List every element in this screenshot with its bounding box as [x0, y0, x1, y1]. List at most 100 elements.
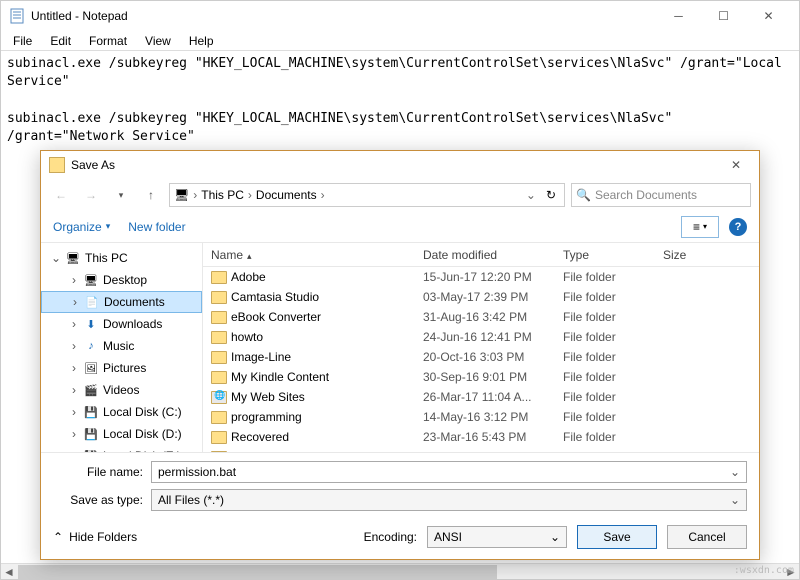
file-row[interactable]: eBook Converter31-Aug-16 3:42 PMFile fol…	[203, 307, 759, 327]
titlebar: Untitled - Notepad ─ ☐ ✕	[1, 1, 799, 31]
chevron-right-icon[interactable]: ›	[70, 295, 80, 309]
nav-bar: ← → ▾ ↑ 🖥 › This PC › Documents › ⌄ ↻ 🔍 …	[41, 179, 759, 211]
scroll-thumb[interactable]	[18, 565, 497, 579]
dialog-actions: ⌃ Hide Folders Encoding: ANSI ⌄ Save Can…	[41, 519, 759, 559]
chevron-right-icon[interactable]: ›	[69, 317, 79, 331]
chevron-down-icon[interactable]: ⌄	[730, 465, 740, 479]
tree-desktop[interactable]: ›🖥Desktop	[41, 269, 202, 291]
menu-view[interactable]: View	[137, 32, 179, 50]
chevron-down-icon[interactable]: ⌄	[51, 251, 61, 265]
breadcrumb[interactable]: 🖥 › This PC › Documents › ⌄ ↻	[169, 183, 565, 207]
file-name: Recovered	[231, 430, 289, 444]
file-name: howto	[231, 330, 263, 344]
save-type-label: Save as type:	[53, 493, 143, 507]
encoding-select[interactable]: ANSI ⌄	[427, 526, 567, 548]
menu-file[interactable]: File	[5, 32, 40, 50]
file-row[interactable]: Adobe15-Jun-17 12:20 PMFile folder	[203, 267, 759, 287]
save-type-select[interactable]: All Files (*.*) ⌄	[151, 489, 747, 511]
menu-format[interactable]: Format	[81, 32, 135, 50]
close-button[interactable]: ✕	[746, 2, 791, 30]
chevron-down-icon: ⌄	[730, 493, 740, 507]
horizontal-scrollbar[interactable]: ◄ ►	[1, 563, 799, 579]
chevron-right-icon: ›	[191, 188, 199, 202]
file-row[interactable]: Camtasia Studio03-May-17 2:39 PMFile fol…	[203, 287, 759, 307]
tree-disk-e[interactable]: ›💾Local Disk (E:)	[41, 445, 202, 452]
maximize-button[interactable]: ☐	[701, 2, 746, 30]
chevron-right-icon[interactable]: ›	[69, 427, 79, 441]
menubar: File Edit Format View Help	[1, 31, 799, 51]
tree-pictures[interactable]: ›🖼Pictures	[41, 357, 202, 379]
file-row[interactable]: Recovered23-Mar-16 5:43 PMFile folder	[203, 427, 759, 447]
tree-disk-c[interactable]: ›💾Local Disk (C:)	[41, 401, 202, 423]
tree-disk-d[interactable]: ›💾Local Disk (D:)	[41, 423, 202, 445]
tree-videos[interactable]: ›🎬Videos	[41, 379, 202, 401]
file-date: 31-Aug-16 3:42 PM	[423, 310, 563, 324]
pc-icon: 🖥	[174, 188, 189, 202]
chevron-right-icon: ›	[319, 188, 327, 202]
breadcrumb-root[interactable]: This PC	[201, 188, 244, 202]
cancel-button[interactable]: Cancel	[667, 525, 747, 549]
folder-icon	[211, 311, 227, 324]
hide-folders-button[interactable]: ⌃ Hide Folders	[53, 530, 137, 544]
file-name: Adobe	[231, 270, 266, 284]
file-date: 24-Jun-16 12:41 PM	[423, 330, 563, 344]
file-row[interactable]: My Kindle Content30-Sep-16 9:01 PMFile f…	[203, 367, 759, 387]
dialog-close-button[interactable]: ✕	[721, 153, 751, 177]
chevron-right-icon[interactable]: ›	[69, 361, 79, 375]
menu-help[interactable]: Help	[181, 32, 222, 50]
downloads-icon: ⬇	[83, 316, 99, 332]
menu-edit[interactable]: Edit	[42, 32, 79, 50]
file-name: Camtasia Studio	[231, 290, 319, 304]
save-as-dialog: Save As ✕ ← → ▾ ↑ 🖥 › This PC › Document…	[40, 150, 760, 560]
tree-documents[interactable]: ›📄Documents	[41, 291, 202, 313]
column-date[interactable]: Date modified	[423, 248, 563, 262]
save-button[interactable]: Save	[577, 525, 657, 549]
folder-icon	[211, 351, 227, 364]
tree-music[interactable]: ›♪Music	[41, 335, 202, 357]
file-row[interactable]: programming14-May-16 3:12 PMFile folder	[203, 407, 759, 427]
file-row[interactable]: Image-Line20-Oct-16 3:03 PMFile folder	[203, 347, 759, 367]
file-name: Image-Line	[231, 350, 291, 364]
breadcrumb-dropdown-icon[interactable]: ⌄	[522, 188, 540, 202]
chevron-right-icon[interactable]: ›	[69, 339, 79, 353]
help-button[interactable]: ?	[729, 218, 747, 236]
file-row[interactable]: howto24-Jun-16 12:41 PMFile folder	[203, 327, 759, 347]
tree-downloads[interactable]: ›⬇Downloads	[41, 313, 202, 335]
file-row[interactable]: My Web Sites26-Mar-17 11:04 A...File fol…	[203, 387, 759, 407]
view-mode-button[interactable]: ≡ ▾	[681, 216, 719, 238]
folder-icon	[49, 157, 65, 173]
back-button[interactable]: ←	[49, 183, 73, 207]
file-type: File folder	[563, 430, 663, 444]
organize-menu[interactable]: Organize ▾	[53, 220, 110, 234]
column-size[interactable]: Size	[663, 248, 759, 262]
window-title: Untitled - Notepad	[31, 9, 656, 23]
chevron-right-icon[interactable]: ›	[69, 383, 79, 397]
breadcrumb-folder[interactable]: Documents	[256, 188, 317, 202]
file-type: File folder	[563, 290, 663, 304]
forward-button[interactable]: →	[79, 183, 103, 207]
pc-icon: 🖥	[65, 250, 81, 266]
up-button[interactable]: ↑	[139, 183, 163, 207]
new-folder-button[interactable]: New folder	[128, 220, 185, 234]
folder-icon	[211, 431, 227, 444]
search-input[interactable]: 🔍 Search Documents	[571, 183, 751, 207]
file-date: 15-Jun-17 12:20 PM	[423, 270, 563, 284]
filename-label: File name:	[53, 465, 143, 479]
dialog-titlebar: Save As ✕	[41, 151, 759, 179]
file-name: My Kindle Content	[231, 370, 329, 384]
chevron-right-icon[interactable]: ›	[69, 273, 79, 287]
refresh-icon[interactable]: ↻	[542, 188, 560, 202]
folder-icon	[211, 411, 227, 424]
minimize-button[interactable]: ─	[656, 2, 701, 30]
chevron-down-icon: ⌄	[550, 530, 560, 544]
filename-field[interactable]	[158, 465, 730, 479]
scroll-left-icon[interactable]: ◄	[1, 564, 17, 580]
column-name[interactable]: Name▴	[203, 248, 423, 262]
tree-this-pc[interactable]: ⌄ 🖥 This PC	[41, 247, 202, 269]
file-date: 26-Mar-17 11:04 A...	[423, 390, 563, 404]
filename-input[interactable]: ⌄	[151, 461, 747, 483]
recent-dropdown-icon[interactable]: ▾	[109, 183, 133, 207]
chevron-right-icon[interactable]: ›	[69, 405, 79, 419]
chevron-down-icon: ▾	[703, 222, 707, 231]
column-type[interactable]: Type	[563, 248, 663, 262]
